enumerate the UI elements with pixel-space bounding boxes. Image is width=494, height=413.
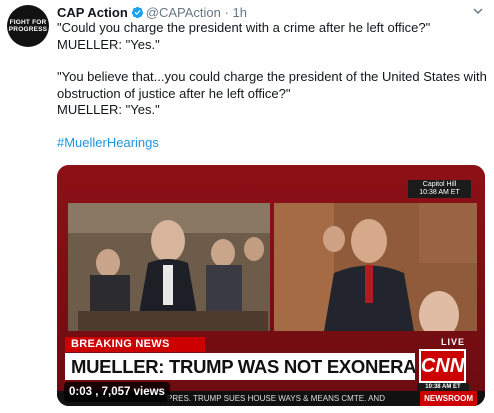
avatar-line2: PROGRESS — [8, 26, 48, 33]
hashtag-link[interactable]: #MuellerHearings — [57, 135, 159, 152]
newsroom-label: NEWSROOM — [420, 391, 477, 406]
tweet-line: obstruction of justice after he left off… — [57, 85, 291, 101]
cnn-logo: CNN — [419, 349, 466, 383]
tweet-line: MUELLER: "Yes." — [57, 102, 160, 117]
tweet-body: "Could you charge the president with a c… — [57, 20, 487, 152]
tweet-time[interactable]: 1h — [232, 5, 246, 20]
video-views: 7,057 views — [101, 386, 165, 398]
avatar-line1: FIGHT FOR — [9, 19, 47, 26]
location-bug: Capitol Hill 10:38 AM ET — [408, 180, 471, 198]
location-label: Capitol Hill — [422, 181, 457, 188]
tweet-line: "Could you charge the president with a c… — [57, 20, 431, 35]
cnn-time: 10:38 AM ET — [417, 383, 469, 391]
live-label: LIVE — [440, 337, 465, 347]
headline-banner: MUELLER: TRUMP WAS NOT EXONERATED — [65, 353, 415, 380]
tweet-line: "You believe that...you could charge the… — [57, 69, 487, 84]
video-panel-right — [274, 203, 477, 331]
video-info-badge: 0:03 , 7,057 views — [64, 382, 170, 402]
video-player[interactable]: Capitol Hill 10:38 AM ET BREAKING NEWS L… — [57, 165, 485, 406]
breaking-news-label: BREAKING NEWS — [65, 337, 205, 352]
account-name[interactable]: CAP Action — [57, 5, 128, 20]
video-time: 0:03 — [69, 386, 93, 398]
separator: · — [224, 5, 229, 20]
video-panel-left — [68, 203, 270, 331]
account-handle[interactable]: @CAPAction — [146, 5, 221, 20]
tweet-line: MUELLER: "Yes." — [57, 36, 160, 52]
location-time: 10:38 AM ET — [419, 189, 460, 196]
avatar[interactable]: FIGHT FOR PROGRESS — [7, 5, 49, 47]
